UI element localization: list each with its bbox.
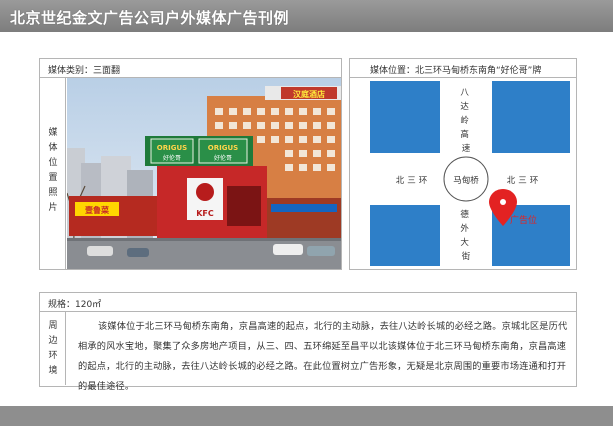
location-panel: 媒体位置：北三环马甸桥东南角“好伦哥”牌 马甸桥 北三环 北三环 八 达 岭 高…: [349, 58, 577, 270]
origus-sign-right: ORIGUS: [208, 144, 238, 152]
origus-sign-left: ORIGUS: [157, 144, 187, 152]
surroundings-panel: 周 边 环 境 该媒体位于北三环马甸桥东南角，京昌高速的起点，北行的主动脉，去往…: [39, 312, 577, 392]
spec-row: 规格：120㎡: [39, 292, 577, 312]
location-row: 媒体位置：北三环马甸桥东南角“好伦哥”牌: [350, 59, 576, 78]
page-header: 北京世纪金文广告公司户外媒体广告刊例: [0, 0, 613, 32]
location-photo: 汉庭酒店 ORIGUS 好伦哥 ORIGUS 好伦哥 KFC 壹鲁菜: [67, 78, 341, 269]
ad-location-label: 广告位: [510, 214, 537, 226]
origus-sub-right: 好伦哥: [214, 154, 232, 162]
restaurant-sign: 壹鲁菜: [85, 205, 109, 215]
surroundings-label-char: 边: [48, 336, 58, 346]
photo-label-char: 媒: [48, 128, 58, 138]
surroundings-label-char: 周: [48, 321, 58, 331]
photo-label-char: 置: [48, 173, 58, 183]
surroundings-label-char: 境: [48, 366, 58, 376]
surroundings-description: 该媒体位于北三环马甸桥东南角，京昌高速的起点，北行的主动脉，去往八达岭长城的必经…: [78, 321, 568, 392]
location-photo-illustration: 汉庭酒店 ORIGUS 好伦哥 ORIGUS 好伦哥 KFC 壹鲁菜: [67, 78, 341, 269]
map-illustration: 马甸桥 北三环 北三环 八 达 岭 高 速 德 外 大 街 广告位: [370, 81, 570, 266]
location-map: 马甸桥 北三环 北三环 八 达 岭 高 速 德 外 大 街 广告位: [370, 81, 570, 266]
media-type-label: 媒体类别：三面翻: [48, 66, 121, 76]
photo-label-char: 片: [48, 203, 58, 213]
page-title: 北京世纪金文广告公司户外媒体广告刊例: [10, 9, 290, 27]
media-type-row: 媒体类别：三面翻: [40, 59, 341, 78]
svg-text:汉庭酒店: 汉庭酒店: [293, 89, 325, 99]
map-east-road: 北三环: [507, 176, 542, 186]
map-west-road: 北三环: [396, 176, 431, 186]
surroundings-label-column: 周 边 环 境: [40, 312, 66, 385]
location-label: 媒体位置：北三环马甸桥东南角“好伦哥”牌: [370, 66, 542, 76]
photo-label-char: 照: [48, 188, 58, 198]
photo-label-column: 媒 体 位 置 照 片: [40, 78, 66, 269]
photo-label-char: 位: [48, 158, 58, 168]
page-footer: [0, 406, 613, 426]
surroundings-label-char: 环: [48, 351, 58, 361]
photo-label-char: 体: [48, 143, 58, 153]
spec-label: 规格：120㎡: [48, 300, 102, 310]
map-center-label: 马甸桥: [453, 175, 479, 186]
media-photo-panel: 媒体类别：三面翻 媒 体 位 置 照 片 汉庭酒店 ORIGUS 好伦哥 ORI…: [39, 58, 342, 270]
kfc-sign: KFC: [196, 209, 214, 218]
origus-sub-left: 好伦哥: [163, 154, 181, 162]
map-north-road: 八 达 岭 高 速: [460, 88, 471, 154]
